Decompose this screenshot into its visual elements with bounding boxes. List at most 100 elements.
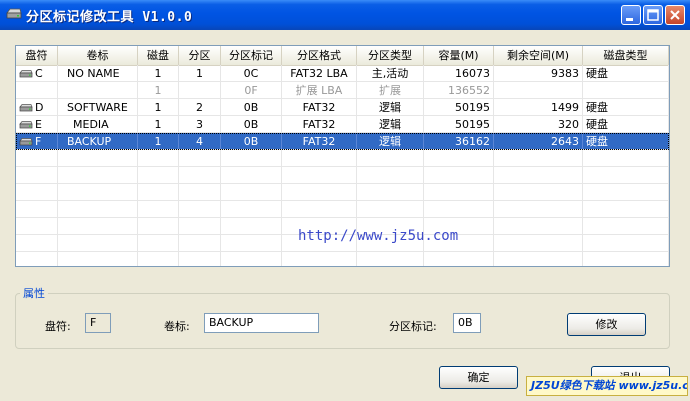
cell-drive: C bbox=[16, 65, 58, 81]
cell-free: 320 bbox=[494, 116, 583, 132]
drive-letter-label: 盘符: bbox=[45, 320, 71, 333]
cell-format: FAT32 bbox=[282, 116, 357, 132]
close-button[interactable] bbox=[665, 5, 685, 25]
cell-free bbox=[494, 235, 583, 251]
volume-label-label: 卷标: bbox=[164, 320, 190, 333]
cell-disk-type: 硬盘 bbox=[583, 65, 669, 81]
column-header-format[interactable]: 分区格式 bbox=[282, 46, 357, 65]
cell-disk-type-text: 硬盘 bbox=[586, 101, 608, 114]
cell-disk-type bbox=[583, 252, 669, 266]
cell-volume bbox=[58, 218, 138, 234]
table-row[interactable]: D SOFTWARE 1 2 0B FAT32 逻辑 50195 1499 硬盘 bbox=[16, 99, 669, 116]
cell-type: 扩展 bbox=[357, 82, 424, 98]
cell-disk-type: 硬盘 bbox=[583, 133, 669, 149]
cell-partition: 3 bbox=[179, 116, 221, 132]
cell-type: 逻辑 bbox=[357, 133, 424, 149]
cell-partition bbox=[179, 184, 221, 200]
column-header-volume[interactable]: 卷标 bbox=[58, 46, 138, 65]
properties-group-title: 属性 bbox=[20, 285, 48, 301]
cell-drive-text: D bbox=[35, 101, 44, 114]
column-header-type[interactable]: 分区类型 bbox=[357, 46, 424, 65]
maximize-button[interactable] bbox=[643, 5, 663, 25]
cell-volume bbox=[58, 82, 138, 98]
cell-partition bbox=[179, 235, 221, 251]
column-header-partition[interactable]: 分区 bbox=[179, 46, 221, 65]
cell-disk-type-text: 硬盘 bbox=[586, 67, 608, 80]
cell-type bbox=[357, 167, 424, 183]
cell-free: 9383 bbox=[494, 65, 583, 81]
table-row[interactable]: C NO NAME 1 1 0C FAT32 LBA 主,活动 16073 9383 硬盘 bbox=[16, 65, 669, 82]
cell-tag bbox=[221, 235, 282, 251]
table-row[interactable]: E MEDIA 1 3 0B FAT32 逻辑 50195 320 硬盘 bbox=[16, 116, 669, 133]
cell-free bbox=[494, 82, 583, 98]
cell-disk: 1 bbox=[138, 65, 179, 81]
title-bar[interactable]: 分区标记修改工具 V1.0.0 bbox=[0, 0, 690, 30]
cell-partition-text: 1 bbox=[196, 67, 203, 80]
cell-format bbox=[282, 167, 357, 183]
column-header-disk-type[interactable]: 磁盘类型 bbox=[583, 46, 669, 65]
cell-volume bbox=[58, 167, 138, 183]
ok-button[interactable]: 确定 bbox=[439, 366, 518, 389]
cell-type: 逻辑 bbox=[357, 99, 424, 115]
column-header-free[interactable]: 剩余空间(M) bbox=[494, 46, 583, 65]
cell-drive bbox=[16, 150, 58, 166]
column-header-tag[interactable]: 分区标记 bbox=[221, 46, 282, 65]
cell-capacity bbox=[424, 201, 494, 217]
cell-format bbox=[282, 252, 357, 266]
cell-format bbox=[282, 201, 357, 217]
cell-type bbox=[357, 184, 424, 200]
cell-disk-type bbox=[583, 184, 669, 200]
minimize-button[interactable] bbox=[621, 5, 641, 25]
cell-drive bbox=[16, 167, 58, 183]
cell-volume: SOFTWARE bbox=[58, 99, 138, 115]
cell-format bbox=[282, 150, 357, 166]
cell-partition bbox=[179, 201, 221, 217]
cell-volume-text: SOFTWARE bbox=[67, 101, 128, 114]
drive-icon bbox=[19, 104, 33, 112]
modify-button[interactable]: 修改 bbox=[567, 313, 646, 336]
drive-icon bbox=[19, 70, 33, 78]
cell-format-text: FAT32 LBA bbox=[290, 67, 348, 80]
cell-capacity bbox=[424, 167, 494, 183]
cell-type: 逻辑 bbox=[357, 116, 424, 132]
cell-free-text: 9383 bbox=[551, 67, 579, 80]
cell-volume: MEDIA bbox=[58, 116, 138, 132]
table-row[interactable]: 1 0F 扩展 LBA 扩展 136552 bbox=[16, 82, 669, 99]
cell-disk-text: 1 bbox=[154, 84, 162, 97]
volume-label-input[interactable]: BACKUP bbox=[204, 313, 319, 333]
cell-disk-text: 1 bbox=[154, 118, 162, 131]
cell-type bbox=[357, 201, 424, 217]
cell-type-text: 扩展 bbox=[379, 84, 401, 97]
cell-capacity: 36162 bbox=[424, 133, 494, 149]
cell-capacity-text: 16073 bbox=[455, 67, 490, 80]
cell-tag-text: 0B bbox=[243, 118, 259, 131]
cell-tag: 0B bbox=[221, 116, 282, 132]
window-title: 分区标记修改工具 V1.0.0 bbox=[26, 10, 193, 25]
cell-disk: 1 bbox=[138, 133, 179, 149]
cell-tag bbox=[221, 167, 282, 183]
cell-type bbox=[357, 252, 424, 266]
cell-capacity-text: 136552 bbox=[448, 84, 490, 97]
column-header-capacity[interactable]: 容量(M) bbox=[424, 46, 494, 65]
cell-tag-text: 0C bbox=[243, 67, 259, 80]
cell-drive: E bbox=[16, 116, 58, 132]
cell-disk bbox=[138, 252, 179, 266]
cell-disk: 1 bbox=[138, 99, 179, 115]
cell-free bbox=[494, 150, 583, 166]
cell-type-text: 主,活动 bbox=[371, 67, 409, 80]
drive-icon bbox=[19, 121, 33, 129]
cell-type-text: 逻辑 bbox=[379, 101, 401, 114]
table-row[interactable]: F BACKUP 1 4 0B FAT32 逻辑 36162 2643 硬盘 bbox=[16, 133, 669, 150]
cell-type-text: 逻辑 bbox=[379, 135, 401, 148]
cell-tag bbox=[221, 184, 282, 200]
cell-disk-type bbox=[583, 167, 669, 183]
column-header-disk[interactable]: 磁盘 bbox=[138, 46, 179, 65]
cell-tag bbox=[221, 150, 282, 166]
cell-free-text: 1499 bbox=[551, 101, 579, 114]
cell-volume bbox=[58, 201, 138, 217]
column-header-drive[interactable]: 盘符 bbox=[16, 46, 58, 65]
cell-drive: F bbox=[16, 133, 58, 149]
cell-format: FAT32 bbox=[282, 99, 357, 115]
cell-disk-type-text: 硬盘 bbox=[586, 135, 608, 148]
partition-tag-input[interactable]: 0B bbox=[453, 313, 481, 333]
